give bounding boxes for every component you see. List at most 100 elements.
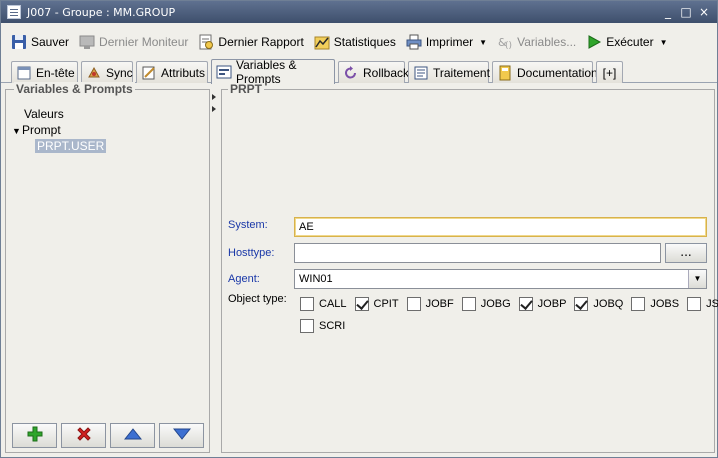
chevron-down-icon[interactable]: ▼ bbox=[479, 38, 487, 47]
object-type-option[interactable]: JOBS bbox=[631, 297, 679, 311]
tab-strip: En-tête Sync Attributs Variables & Promp… bbox=[1, 58, 717, 86]
hosttype-browse-button[interactable]: ... bbox=[665, 243, 707, 263]
object-type-option[interactable]: JOBG bbox=[461, 297, 511, 311]
checkbox-call[interactable] bbox=[300, 297, 314, 311]
checkbox-label: CPIT bbox=[373, 298, 399, 310]
checkbox-cpit[interactable] bbox=[354, 297, 369, 311]
agent-value: WIN01 bbox=[299, 273, 333, 285]
system-input[interactable]: AE bbox=[294, 217, 707, 237]
tab-label: Variables & Prompts bbox=[236, 58, 297, 86]
last-report-button[interactable]: Dernier Rapport bbox=[194, 31, 307, 53]
statistics-label: Statistiques bbox=[333, 35, 396, 49]
add-tab-label: [+] bbox=[602, 65, 617, 80]
variables-label: Variables... bbox=[517, 35, 577, 49]
process-icon bbox=[413, 65, 429, 81]
checkbox-label: CALL bbox=[319, 298, 347, 310]
checkbox-jobf[interactable] bbox=[406, 297, 421, 311]
monitor-icon bbox=[79, 34, 95, 50]
last-report-label: Dernier Rapport bbox=[218, 35, 304, 49]
panel-splitter[interactable] bbox=[212, 91, 218, 121]
execute-button[interactable]: Exécuter ▼ bbox=[582, 31, 671, 53]
tab-attributs[interactable]: Attributs bbox=[136, 61, 208, 83]
last-monitor-label: Dernier Moniteur bbox=[99, 35, 189, 49]
object-type-option[interactable]: SCRI bbox=[300, 319, 345, 333]
checkbox-jobp[interactable] bbox=[518, 297, 533, 311]
object-type-option[interactable]: JOBQ bbox=[574, 297, 623, 311]
checkbox-label: JOBP bbox=[537, 298, 567, 310]
tab-label: Sync bbox=[106, 65, 133, 80]
object-type-option[interactable]: JSCH bbox=[687, 297, 718, 311]
checkbox-label: JSCH bbox=[706, 298, 718, 310]
tab-add[interactable]: [+] bbox=[596, 61, 623, 83]
move-down-button[interactable] bbox=[159, 423, 204, 448]
checkbox-label: JOBS bbox=[650, 298, 680, 310]
tree-view: Valeurs ▼Prompt PRPT.USER bbox=[12, 106, 107, 154]
add-button[interactable] bbox=[12, 423, 57, 448]
checkbox-label: JOBQ bbox=[593, 298, 624, 310]
tree-item-label: Prompt bbox=[22, 123, 61, 137]
agent-select[interactable]: WIN01 ▼ bbox=[294, 269, 707, 289]
checkbox-jobq[interactable] bbox=[574, 297, 589, 311]
tab-variables-prompts[interactable]: Variables & Prompts bbox=[211, 58, 335, 86]
checkbox-label: SCRI bbox=[319, 320, 346, 332]
prpt-panel: PRPT System: AE Hosttype: ... Agent: WIN… bbox=[221, 82, 718, 453]
last-monitor-button[interactable]: Dernier Moniteur bbox=[75, 31, 192, 53]
tab-label: Documentation bbox=[517, 65, 598, 80]
arrow-up-icon bbox=[123, 428, 142, 443]
print-label: Imprimer bbox=[425, 35, 474, 49]
minimize-button[interactable]: _ bbox=[661, 5, 675, 19]
tab-documentation[interactable]: Documentation bbox=[492, 61, 598, 83]
splitter-arrow-icon[interactable] bbox=[212, 106, 216, 112]
x-icon bbox=[76, 426, 92, 445]
object-type-row-2: SCRI bbox=[300, 319, 353, 333]
save-button[interactable]: Sauver bbox=[7, 31, 73, 53]
chevron-down-icon[interactable]: ▼ bbox=[688, 270, 706, 288]
tab-rollback[interactable]: Rollback bbox=[338, 61, 409, 83]
hosttype-input[interactable] bbox=[294, 243, 661, 263]
checkbox-label: JOBG bbox=[480, 298, 511, 310]
app-window: J007 - Groupe : MM.GROUP _ □ × Sauver De… bbox=[0, 0, 718, 458]
title-bar: J007 - Groupe : MM.GROUP _ □ × bbox=[1, 1, 717, 23]
tab-en-tete[interactable]: En-tête bbox=[11, 61, 78, 83]
tree-item-prompt[interactable]: ▼Prompt bbox=[12, 122, 106, 138]
tab-sync[interactable]: Sync bbox=[81, 61, 133, 83]
splitter-arrow-icon[interactable] bbox=[212, 94, 216, 100]
chevron-down-icon[interactable]: ▼ bbox=[660, 38, 668, 47]
object-type-row-1: CALL CPIT JOBF JOBG JOBP JOBQ JOBS JSCH bbox=[300, 297, 718, 311]
tab-label: Traitement bbox=[433, 65, 490, 80]
checkbox-label: JOBF bbox=[425, 298, 454, 310]
book-icon bbox=[497, 65, 513, 81]
plus-icon bbox=[27, 426, 43, 445]
object-type-option[interactable]: JOBP bbox=[518, 297, 567, 311]
toolbar: Sauver Dernier Moniteur Dernier Rapport … bbox=[1, 28, 717, 56]
tree-item-valeurs[interactable]: Valeurs bbox=[12, 106, 106, 122]
hosttype-label: Hosttype: bbox=[228, 247, 275, 259]
tree-item-prpt-user[interactable]: PRPT.USER bbox=[12, 138, 107, 154]
variables-button[interactable]: &() Variables... bbox=[493, 31, 580, 53]
object-type-option[interactable]: JOBF bbox=[406, 297, 454, 311]
checkbox-jobg[interactable] bbox=[461, 297, 476, 311]
window-icon bbox=[7, 5, 21, 19]
agent-label: Agent: bbox=[228, 273, 260, 285]
report-icon bbox=[198, 34, 214, 50]
object-type-option[interactable]: CPIT bbox=[354, 297, 399, 311]
maximize-button[interactable]: □ bbox=[679, 5, 693, 19]
checkbox-scri[interactable] bbox=[300, 319, 314, 333]
checkbox-jsch[interactable] bbox=[687, 297, 702, 311]
checkbox-jobs[interactable] bbox=[631, 297, 646, 311]
rollback-icon bbox=[343, 65, 359, 81]
print-button[interactable]: Imprimer ▼ bbox=[402, 31, 491, 53]
execute-label: Exécuter bbox=[606, 35, 654, 49]
delete-button[interactable] bbox=[61, 423, 106, 448]
tab-traitement[interactable]: Traitement bbox=[408, 61, 490, 83]
object-type-label: Object type: bbox=[228, 293, 287, 305]
expand-toggle-icon[interactable]: ▼ bbox=[12, 123, 22, 139]
svg-text:(): () bbox=[505, 41, 512, 50]
close-button[interactable]: × bbox=[697, 5, 711, 19]
move-up-button[interactable] bbox=[110, 423, 155, 448]
printer-icon bbox=[406, 34, 422, 50]
variables-prompts-icon bbox=[216, 64, 232, 80]
sync-icon bbox=[86, 65, 102, 81]
object-type-option[interactable]: CALL bbox=[300, 297, 347, 311]
statistics-button[interactable]: Statistiques bbox=[310, 31, 400, 53]
